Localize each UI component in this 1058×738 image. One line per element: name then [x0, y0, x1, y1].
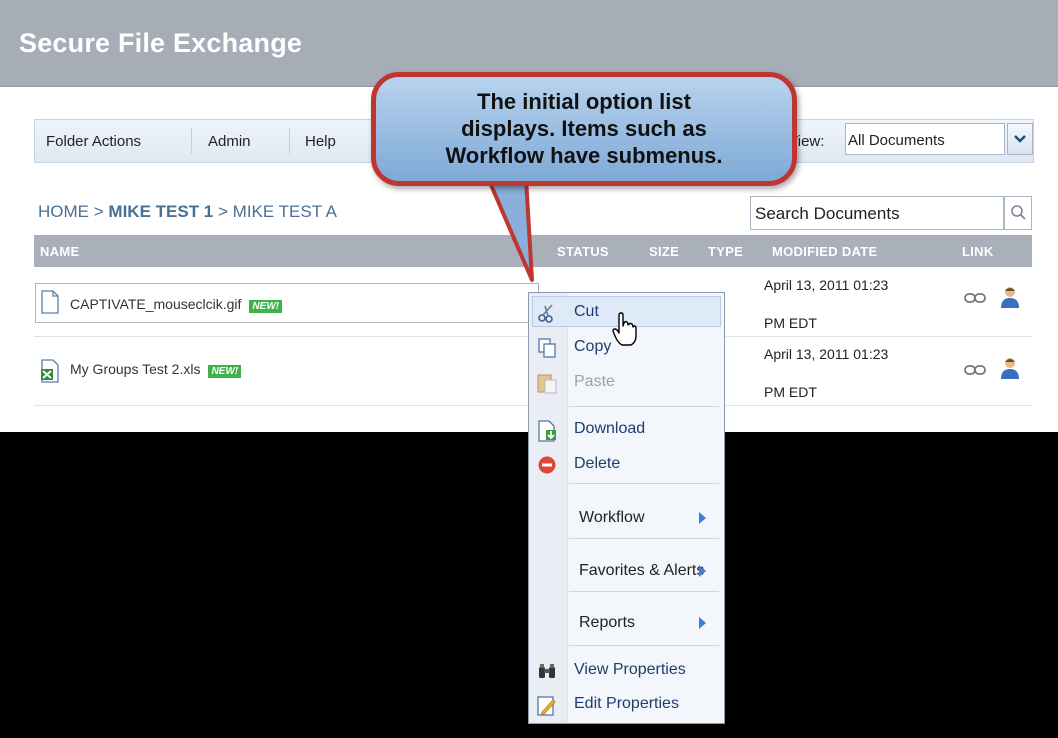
menu-item-delete[interactable]: Delete — [574, 455, 620, 473]
search-input[interactable]: Search Documents — [750, 196, 1004, 230]
modified-date-line1: April 13, 2011 01:23 — [764, 277, 889, 293]
callout-text: The initial option list displays. Items … — [376, 88, 792, 169]
modified-date: April 13, 2011 01:23 PM EDT — [764, 273, 888, 335]
new-badge: NEW! — [208, 365, 242, 378]
callout-line: The initial option list — [477, 89, 691, 114]
menu-separator — [569, 538, 719, 539]
menu-item-favorites-alerts[interactable]: Favorites & Alerts — [579, 562, 704, 580]
header-type[interactable]: TYPE — [708, 244, 743, 259]
callout-tail — [486, 176, 534, 282]
scissors-icon — [537, 303, 557, 328]
user-icon[interactable] — [1000, 356, 1020, 385]
breadcrumb-home[interactable]: HOME — [38, 202, 89, 221]
callout-bubble: The initial option list displays. Items … — [371, 72, 797, 186]
file-name[interactable]: My Groups Test 2.xls NEW! — [70, 361, 242, 378]
menu-separator — [289, 128, 290, 154]
menu-item-download[interactable]: Download — [574, 420, 645, 438]
breadcrumb-separator: > — [218, 202, 228, 221]
submenu-arrow-icon — [699, 565, 706, 577]
search-placeholder: Search Documents — [755, 204, 900, 223]
header-modified[interactable]: MODIFIED DATE — [772, 244, 878, 259]
menu-item-workflow[interactable]: Workflow — [579, 509, 645, 527]
copy-icon — [537, 338, 557, 363]
modified-date-line1: April 13, 2011 01:23 — [764, 346, 889, 362]
paste-icon — [537, 372, 557, 399]
link-icon[interactable] — [964, 291, 986, 309]
modified-date-line2: PM EDT — [764, 384, 817, 400]
file-name-text: My Groups Test 2.xls — [70, 361, 201, 377]
link-icon[interactable] — [964, 363, 986, 381]
menu-separator — [569, 591, 719, 592]
selected-row-name-box — [35, 283, 539, 323]
breadcrumb: HOME > MIKE TEST 1 > MIKE TEST A — [38, 202, 337, 222]
view-select[interactable]: All Documents — [845, 123, 1033, 155]
edit-icon — [537, 695, 557, 722]
menu-item-paste: Paste — [574, 373, 615, 390]
breadcrumb-level2[interactable]: MIKE TEST A — [233, 202, 337, 221]
header-link: LINK — [962, 244, 994, 259]
download-icon — [537, 420, 557, 447]
menu-separator — [569, 645, 719, 646]
header-size[interactable]: SIZE — [649, 244, 679, 259]
menu-separator — [569, 406, 719, 407]
submenu-arrow-icon — [699, 617, 706, 629]
breadcrumb-level1[interactable]: MIKE TEST 1 — [108, 202, 213, 221]
callout-line: displays. Items such as — [461, 116, 707, 141]
chevron-down-icon[interactable] — [1007, 123, 1033, 155]
menu-separator — [191, 128, 192, 154]
menu-separator — [569, 483, 719, 484]
breadcrumb-separator: > — [93, 202, 104, 221]
menu-item-reports[interactable]: Reports — [579, 614, 635, 632]
view-select-value: All Documents — [848, 132, 945, 149]
binoculars-icon — [537, 661, 557, 686]
hand-cursor-icon — [612, 312, 637, 346]
modified-date: April 13, 2011 01:23 PM EDT — [764, 342, 888, 404]
menu-item-edit-properties[interactable]: Edit Properties — [574, 695, 679, 713]
menu-help[interactable]: Help — [305, 133, 336, 150]
submenu-arrow-icon — [699, 512, 706, 524]
user-icon[interactable] — [1000, 285, 1020, 314]
header-status[interactable]: STATUS — [557, 244, 609, 259]
context-menu: Cut Copy Paste Download Delete Workflow … — [528, 292, 725, 724]
menu-folder-actions[interactable]: Folder Actions — [46, 133, 141, 150]
menu-item-copy[interactable]: Copy — [574, 338, 611, 356]
menu-item-cut[interactable]: Cut — [574, 303, 599, 321]
header-name[interactable]: NAME — [40, 244, 79, 259]
app-title: Secure File Exchange — [19, 28, 303, 58]
callout-line: Workflow have submenus. — [445, 143, 723, 168]
excel-icon — [40, 359, 60, 388]
modified-date-line2: PM EDT — [764, 315, 817, 331]
search-icon[interactable] — [1004, 196, 1032, 230]
menu-admin[interactable]: Admin — [208, 133, 251, 150]
menu-item-view-properties[interactable]: View Properties — [574, 661, 686, 679]
delete-icon — [537, 455, 557, 480]
